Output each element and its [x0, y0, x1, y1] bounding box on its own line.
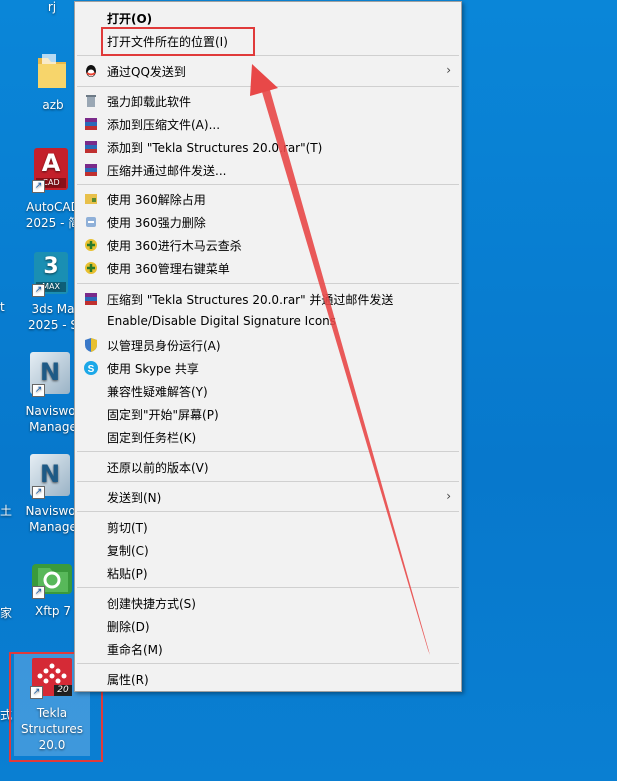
annotation-arrow — [250, 64, 430, 655]
